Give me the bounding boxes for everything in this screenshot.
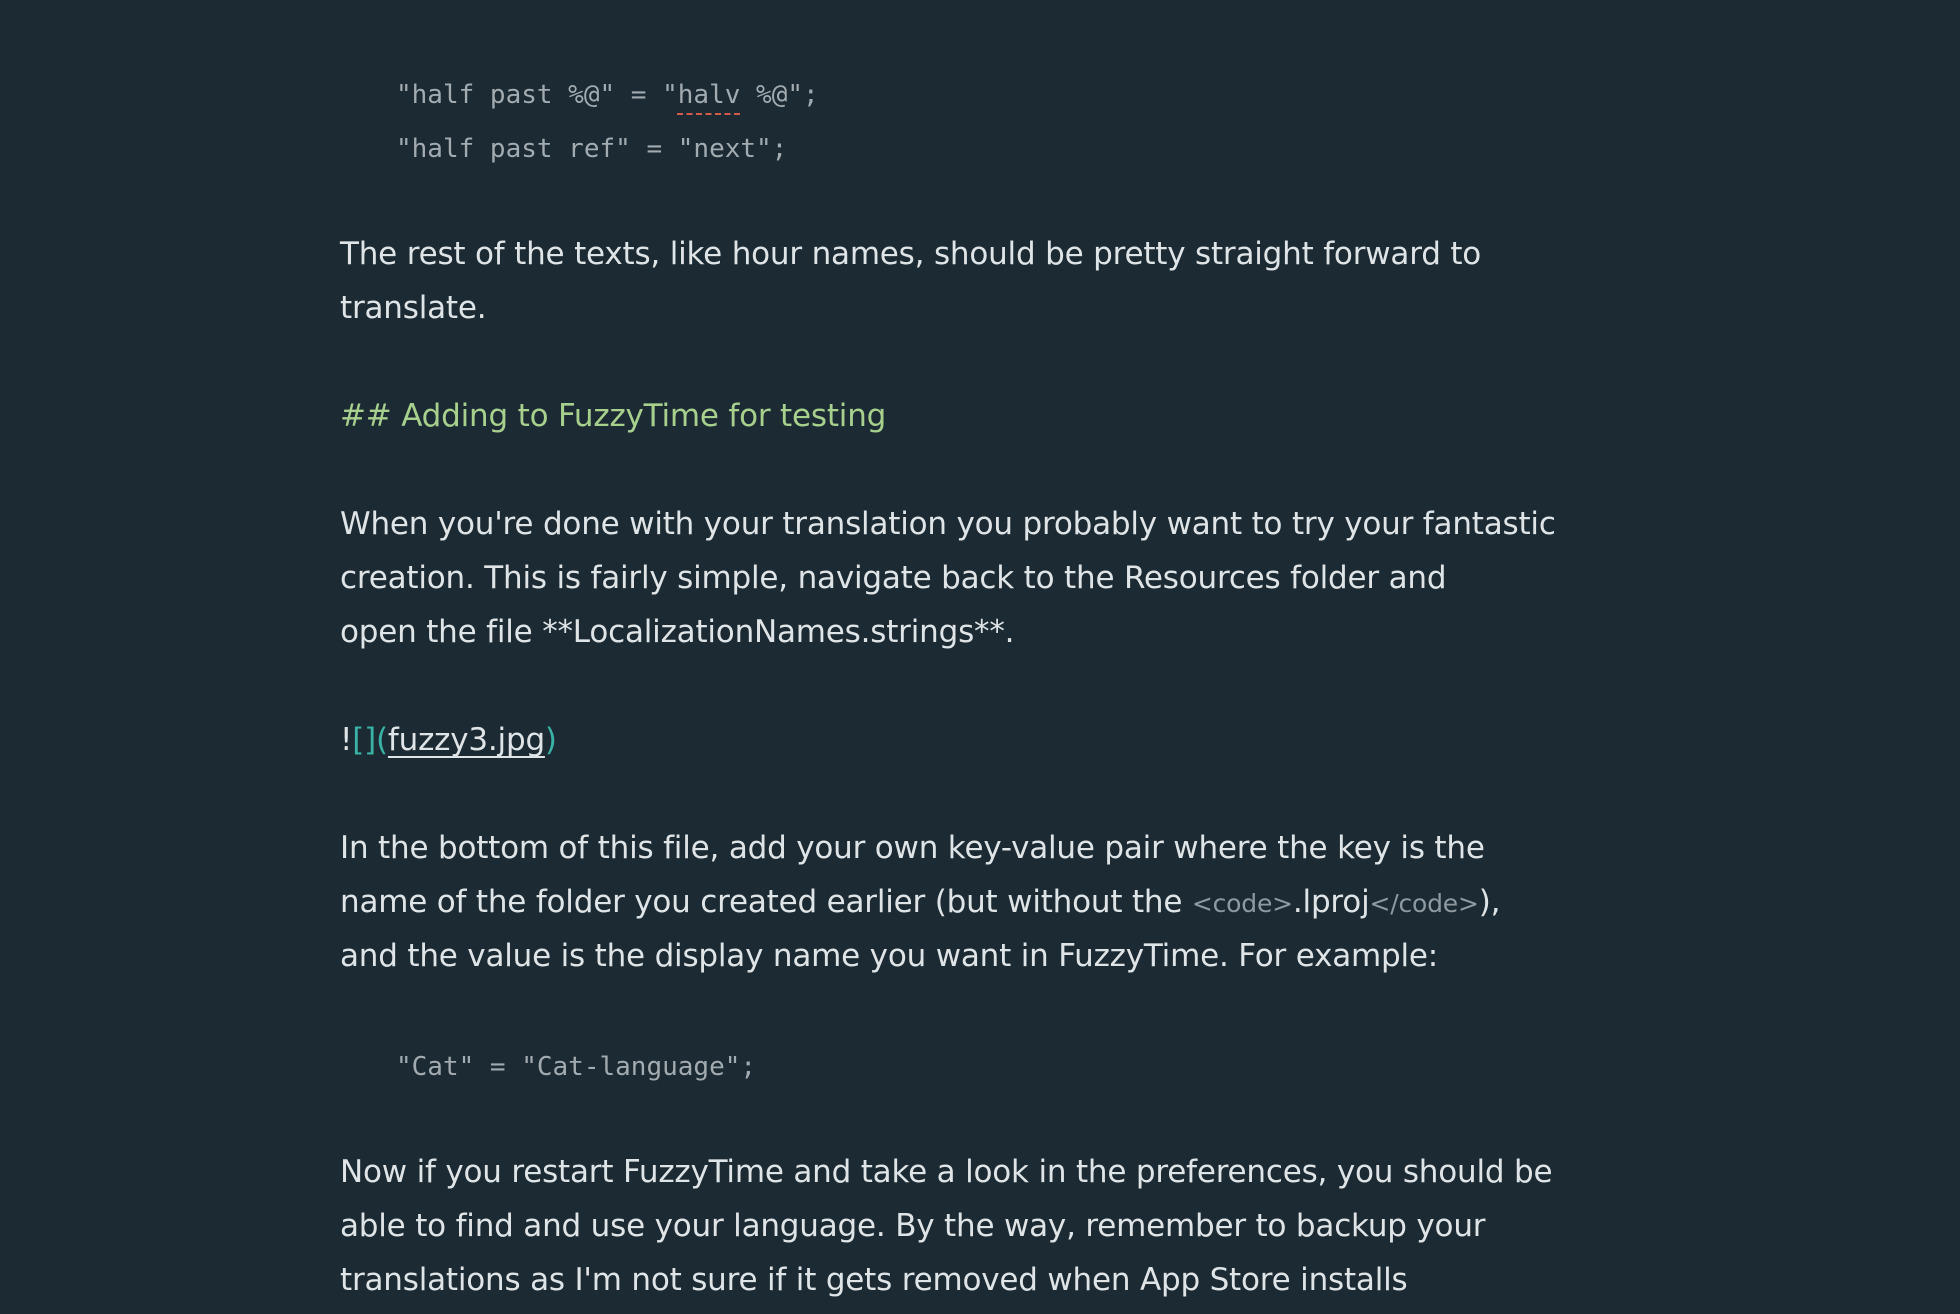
markdown-editor[interactable]: "half past %@" = "halv %@"; "half past r…: [0, 0, 1960, 1314]
link-close-mark: ): [544, 722, 557, 758]
code-text: %@";: [740, 80, 819, 110]
paragraph-line: able to find and use your language. By t…: [340, 1208, 1486, 1244]
paragraph-line: and the value is the display name you wa…: [340, 938, 1439, 974]
paragraph-line: creation. This is fairly simple, navigat…: [340, 560, 1447, 596]
code-line-cat: "Cat" = "Cat-language";: [396, 1052, 757, 1082]
link-target[interactable]: fuzzy3.jpg: [388, 722, 545, 758]
paragraph-text: ),: [1478, 884, 1501, 920]
paragraph-line: In the bottom of this file, add your own…: [340, 830, 1485, 866]
paragraph-line: translate.: [340, 290, 487, 326]
paragraph-line: When you're done with your translation y…: [340, 506, 1556, 542]
image-bang: !: [340, 722, 353, 758]
paragraph-line: open the file **LocalizationNames.string…: [340, 614, 1015, 650]
link-open-marks: [](: [352, 722, 388, 758]
paragraph-line: The rest of the texts, like hour names, …: [340, 236, 1482, 272]
image-link[interactable]: ![](fuzzy3.jpg): [340, 720, 557, 760]
section-heading: ## Adding to FuzzyTime for testing: [340, 398, 887, 434]
paragraph-text: name of the folder you created earlier (…: [340, 884, 1192, 920]
paragraph-line: name of the folder you created earlier (…: [340, 882, 1500, 924]
inline-code-text: .lproj: [1292, 884, 1370, 920]
paragraph-line: translations as I'm not sure if it gets …: [340, 1262, 1408, 1298]
code-line-half-past: "half past %@" = "halv %@";: [396, 75, 819, 115]
code-text: "half past %@" = ": [396, 80, 678, 110]
paragraph-line: Now if you restart FuzzyTime and take a …: [340, 1154, 1553, 1190]
code-line-half-past-ref: "half past ref" = "next";: [396, 134, 788, 164]
code-open-tag: <code>: [1191, 889, 1293, 918]
misspelled-word[interactable]: halv: [678, 80, 741, 110]
code-close-tag: </code>: [1369, 889, 1479, 918]
